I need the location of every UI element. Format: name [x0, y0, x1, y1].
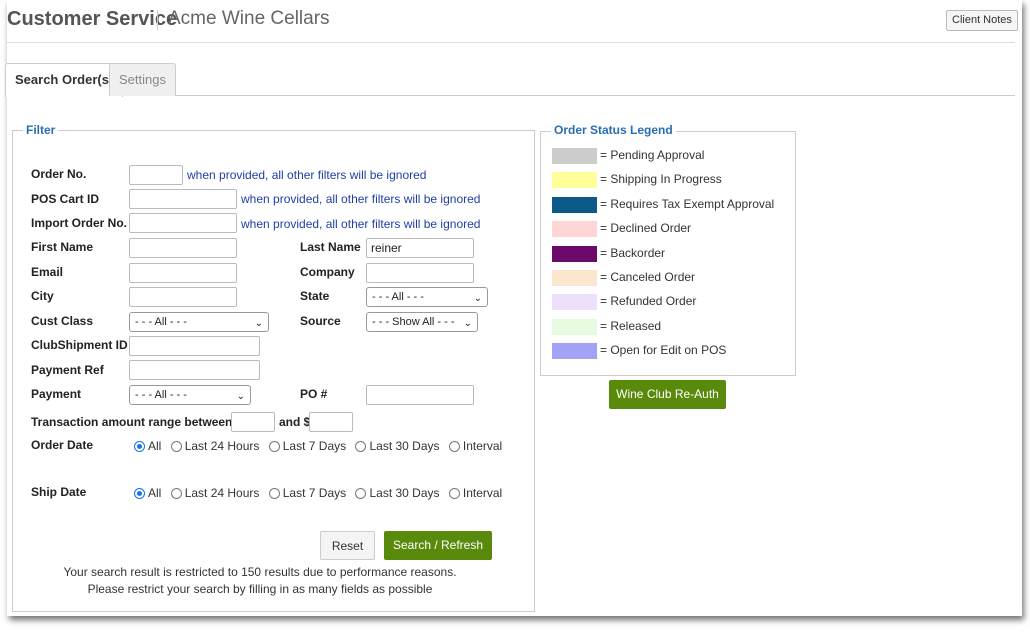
swatch-refunded-order: [552, 294, 597, 310]
city-input[interactable]: [129, 287, 237, 307]
ship-date-option-all[interactable]: All: [134, 486, 161, 500]
order-date-option-30d[interactable]: Last 30 Days: [355, 439, 440, 453]
order-date-label: Order Date: [31, 438, 94, 452]
chevron-down-icon: ⌄: [236, 391, 245, 402]
radio-icon: [268, 441, 280, 452]
order-date-option-7d[interactable]: Last 7 Days: [268, 439, 346, 453]
pos-cart-id-input[interactable]: [129, 189, 237, 209]
tab-search-orders[interactable]: Search Order(s): [5, 63, 124, 97]
radio-icon: [355, 488, 367, 499]
po-number-label: PO #: [300, 387, 328, 401]
swatch-shipping-in-progress: [552, 172, 597, 188]
order-no-hint: when provided, all other filters will be…: [187, 168, 427, 182]
search-refresh-button[interactable]: Search / Refresh: [384, 531, 492, 560]
payment-select[interactable]: - - - All - - - ⌄: [129, 385, 251, 405]
order-date-option-interval[interactable]: Interval: [448, 439, 502, 453]
filter-legend: Filter: [23, 123, 59, 137]
first-name-input[interactable]: [129, 238, 237, 258]
email-label: Email: [31, 265, 64, 279]
swatch-backorder: [552, 246, 597, 262]
email-input[interactable]: [129, 263, 237, 283]
pos-cart-id-hint: when provided, all other filters will be…: [241, 192, 481, 206]
swatch-open-for-edit-pos: [552, 343, 597, 359]
city-label: City: [31, 289, 54, 303]
radio-icon: [355, 441, 367, 452]
import-order-no-label: Import Order No.: [31, 216, 128, 230]
source-label: Source: [300, 314, 341, 328]
order-no-input[interactable]: [129, 165, 183, 185]
cust-class-select-value: - - - All - - -: [135, 316, 187, 328]
order-date-option-24h[interactable]: Last 24 Hours: [170, 439, 259, 453]
ship-date-option-30d[interactable]: Last 30 Days: [355, 486, 440, 500]
last-name-label: Last Name: [300, 240, 361, 254]
order-status-legend-title: Order Status Legend: [551, 123, 676, 137]
chevron-down-icon: ⌄: [473, 293, 482, 304]
company-input[interactable]: [366, 263, 474, 283]
source-select-value: - - - Show All - - -: [372, 316, 455, 328]
import-order-no-hint: when provided, all other filters will be…: [241, 217, 481, 231]
club-shipment-id-label: ClubShipment ID: [31, 338, 128, 352]
txn-and-label: and $: [279, 415, 311, 429]
payment-select-value: - - - All - - -: [135, 389, 187, 401]
header-bottom-border: [7, 0, 1015, 43]
txn-max-input[interactable]: [309, 412, 353, 432]
chevron-down-icon: ⌄: [463, 318, 472, 329]
swatch-canceled-order: [552, 270, 597, 286]
radio-icon: [170, 488, 182, 499]
swatch-pending-approval: [552, 148, 597, 164]
last-name-input[interactable]: reiner: [366, 238, 474, 258]
swatch-declined-order: [552, 221, 597, 237]
txn-range-label: Transaction amount range between: $: [31, 415, 247, 429]
order-date-option-all[interactable]: All: [134, 439, 161, 453]
pos-cart-id-label: POS Cart ID: [31, 192, 100, 206]
tab-settings[interactable]: Settings: [109, 63, 176, 96]
radio-icon: [170, 441, 182, 452]
results-limit-advice: Please restrict your search by filling i…: [87, 582, 433, 596]
po-number-input[interactable]: [366, 385, 474, 405]
radio-icon: [448, 441, 460, 452]
order-date-radio-group: All Last 24 Hours Last 7 Days Last 30 Da…: [134, 439, 508, 453]
payment-ref-label: Payment Ref: [31, 363, 104, 377]
radio-icon: [448, 488, 460, 499]
txn-min-input[interactable]: [231, 412, 275, 432]
chevron-down-icon: ⌄: [254, 318, 263, 329]
import-order-no-input[interactable]: [129, 213, 237, 233]
ship-date-option-7d[interactable]: Last 7 Days: [268, 486, 346, 500]
cust-class-select[interactable]: - - - All - - - ⌄: [129, 312, 269, 332]
ship-date-option-interval[interactable]: Interval: [448, 486, 502, 500]
ship-date-option-24h[interactable]: Last 24 Hours: [170, 486, 259, 500]
results-limit-note: Your search result is restricted to 150 …: [63, 565, 457, 579]
payment-ref-input[interactable]: [129, 360, 260, 380]
radio-icon: [134, 441, 145, 452]
wine-club-reauth-button[interactable]: Wine Club Re-Auth: [609, 380, 726, 409]
payment-label: Payment: [31, 387, 82, 401]
ship-date-radio-group: All Last 24 Hours Last 7 Days Last 30 Da…: [134, 486, 508, 500]
order-no-label: Order No.: [31, 167, 87, 181]
company-label: Company: [300, 265, 355, 279]
ship-date-label: Ship Date: [31, 485, 87, 499]
source-select[interactable]: - - - Show All - - - ⌄: [366, 312, 478, 332]
swatch-requires-tax-exempt: [552, 197, 597, 213]
club-shipment-id-input[interactable]: [129, 336, 260, 356]
swatch-released: [552, 319, 597, 335]
state-select[interactable]: - - - All - - - ⌄: [366, 287, 488, 307]
cust-class-label: Cust Class: [31, 314, 94, 328]
radio-icon: [134, 488, 145, 499]
first-name-label: First Name: [31, 240, 94, 254]
state-select-value: - - - All - - -: [372, 291, 424, 303]
reset-button[interactable]: Reset: [320, 531, 375, 560]
radio-icon: [268, 488, 280, 499]
state-label: State: [300, 289, 330, 303]
